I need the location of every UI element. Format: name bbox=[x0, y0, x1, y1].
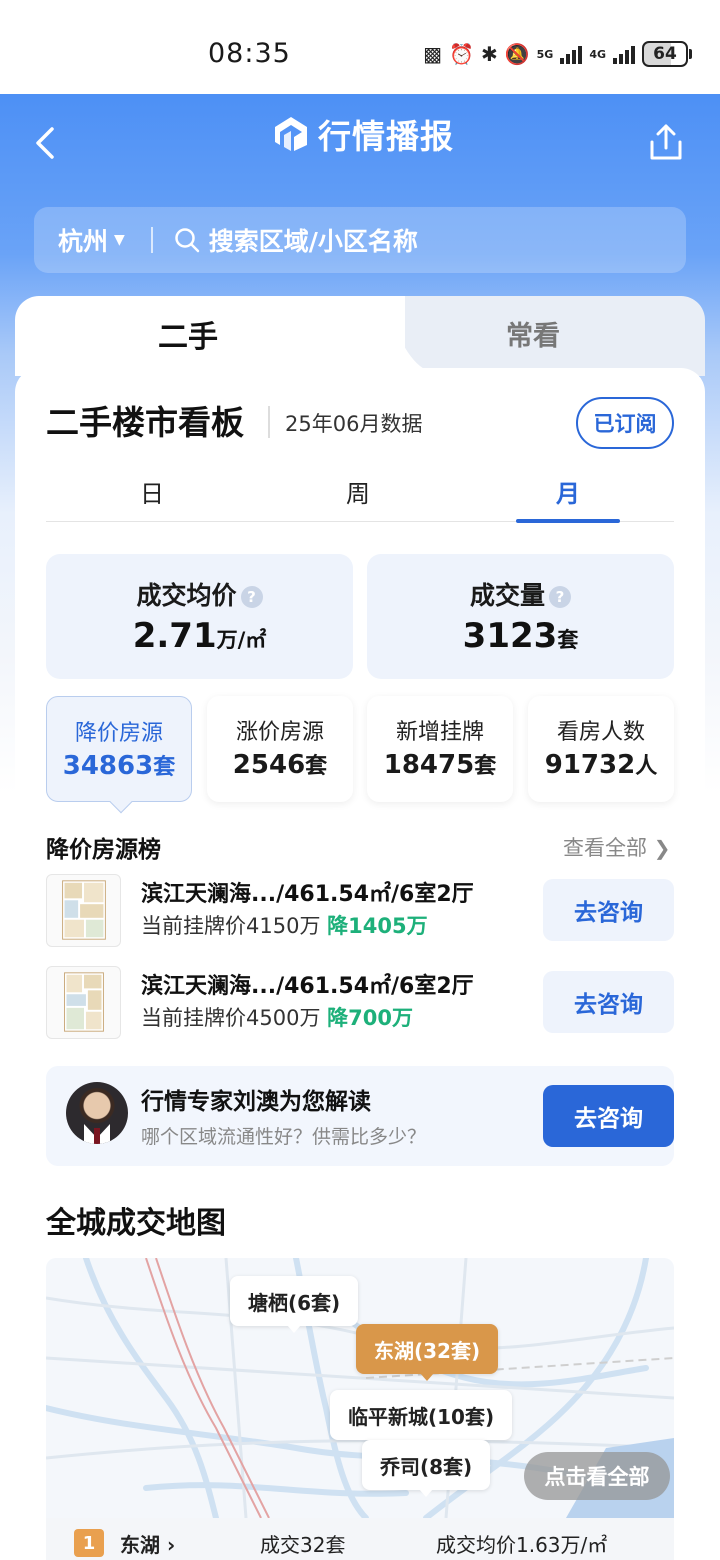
stat-label: 成交量? bbox=[367, 576, 674, 612]
market-card: 二手 常看 二手楼市看板 25年06月数据 已订阅 日 周 月 成交均价? 2.… bbox=[15, 296, 705, 1560]
caret-down-icon: ▼ bbox=[114, 232, 125, 248]
nfc-icon: ▩ bbox=[423, 42, 443, 66]
page-title: 行情播报 bbox=[272, 112, 454, 156]
period-tab-month[interactable]: 月 bbox=[556, 474, 580, 509]
stat-label: 看房人数 bbox=[556, 720, 645, 745]
map-pin[interactable]: 临平新城(10套) bbox=[330, 1390, 513, 1447]
stat-value: 91732人 bbox=[544, 750, 658, 780]
5g-label: 5G bbox=[536, 47, 554, 61]
floorplan-thumbnail bbox=[46, 874, 121, 947]
stat-label: 涨价房源 bbox=[235, 720, 324, 745]
city-name: 杭州 bbox=[58, 227, 109, 256]
tab-frequent[interactable]: 常看 bbox=[506, 314, 560, 353]
alarm-icon: ⏰ bbox=[449, 42, 474, 66]
help-icon[interactable]: ? bbox=[549, 586, 571, 608]
section-title: 全城成交地图 bbox=[46, 1206, 226, 1241]
period-tab-indicator bbox=[516, 519, 620, 523]
stat-label: 成交均价? bbox=[46, 576, 353, 612]
stat-label: 降价房源 bbox=[74, 721, 163, 746]
listing-price: 当前挂牌价4500万 降700万 bbox=[141, 1006, 413, 1030]
avatar bbox=[66, 1082, 128, 1144]
search-icon bbox=[175, 228, 200, 253]
rank-deals: 成交32套 bbox=[260, 1532, 346, 1557]
period-tab-day[interactable]: 日 bbox=[140, 474, 164, 509]
period-tab-week[interactable]: 周 bbox=[346, 474, 370, 509]
chevron-right-icon: ❯ bbox=[653, 836, 671, 860]
search-bar[interactable]: 杭州 ▼ 搜索区域/小区名称 bbox=[34, 207, 686, 273]
avatar-tie bbox=[94, 1128, 100, 1144]
board-title: 二手楼市看板 bbox=[46, 403, 244, 442]
chevron-left-icon bbox=[36, 127, 54, 159]
floorplan-thumbnail bbox=[46, 966, 121, 1039]
deal-map[interactable]: 塘栖(6套) 东湖(32套) 临平新城(10套) 乔司(8套) 点击看全部 bbox=[46, 1258, 674, 1518]
listing-price: 当前挂牌价4150万 降1405万 bbox=[141, 914, 428, 938]
city-selector[interactable]: 杭州 ▼ bbox=[58, 222, 125, 258]
consult-button[interactable]: 去咨询 bbox=[543, 879, 674, 941]
expert-subtitle: 哪个区域流通性好？供需比多少？ bbox=[141, 1126, 427, 1148]
4g-signal-icon bbox=[613, 44, 635, 64]
stat-price-drop[interactable]: 降价房源 34863套 bbox=[46, 696, 192, 814]
expert-card[interactable]: 行情专家刘澳为您解读 哪个区域流通性好？供需比多少？ 去咨询 bbox=[46, 1066, 674, 1166]
list-item[interactable]: 滨江天澜海.../461.54㎡/6室2厅 当前挂牌价4150万 降1405万 … bbox=[46, 874, 674, 948]
mute-icon: 🔕 bbox=[504, 42, 530, 66]
battery-cap bbox=[689, 49, 692, 59]
stat-value: 2.71万/㎡ bbox=[132, 616, 267, 656]
divider bbox=[150, 227, 153, 253]
rank-badge: 1 bbox=[74, 1529, 104, 1557]
map-pin-hot[interactable]: 东湖(32套) bbox=[356, 1324, 499, 1381]
see-all-link[interactable]: 查看全部 ❯ bbox=[563, 832, 670, 862]
stat-value: 2546套 bbox=[232, 750, 328, 780]
board-date: 25年06月数据 bbox=[285, 412, 423, 436]
period-tabs: 日 周 月 bbox=[46, 466, 674, 523]
list-item[interactable]: 滨江天澜海.../461.54㎡/6室2厅 当前挂牌价4500万 降700万 去… bbox=[46, 966, 674, 1040]
stat-volume[interactable]: 成交量? 3123套 bbox=[367, 554, 674, 679]
page-title-text: 行情播报 bbox=[318, 117, 454, 156]
battery-icon: 64 bbox=[642, 41, 688, 67]
status-bar: 08:35 ▩ ⏰ ✱ 🔕 5G 4G 64 bbox=[0, 0, 720, 94]
consult-button[interactable]: 去咨询 bbox=[543, 971, 674, 1033]
tab-curve bbox=[345, 296, 455, 376]
back-button[interactable] bbox=[32, 126, 60, 160]
expert-title: 行情专家刘澳为您解读 bbox=[141, 1089, 371, 1115]
help-icon[interactable]: ? bbox=[240, 586, 263, 608]
stat-viewers[interactable]: 看房人数 91732人 bbox=[528, 696, 674, 802]
tab-secondhand[interactable]: 二手 bbox=[158, 312, 218, 356]
subscribed-button[interactable]: 已订阅 bbox=[576, 397, 674, 449]
map-pin[interactable]: 乔司(8套) bbox=[362, 1440, 491, 1497]
5g-signal-icon bbox=[560, 44, 583, 64]
status-time: 08:35 bbox=[208, 38, 291, 69]
stat-price-rise[interactable]: 涨价房源 2546套 bbox=[207, 696, 353, 802]
status-icons: ▩ ⏰ ✱ 🔕 5G 4G 64 bbox=[423, 38, 692, 70]
stat-avg-price[interactable]: 成交均价? 2.71万/㎡ bbox=[46, 554, 353, 679]
rank-area: 东湖 › bbox=[120, 1532, 176, 1557]
section-title: 降价房源榜 bbox=[46, 837, 161, 863]
stat-value: 3123套 bbox=[462, 616, 579, 656]
table-row[interactable]: 1 东湖 › 成交32套 成交均价1.63万/㎡ bbox=[46, 1518, 674, 1560]
consult-expert-button[interactable]: 去咨询 bbox=[543, 1085, 674, 1147]
listing-title: 滨江天澜海.../461.54㎡/6室2厅 bbox=[141, 882, 474, 907]
bluetooth-icon: ✱ bbox=[480, 42, 498, 66]
listing-title: 滨江天澜海.../461.54㎡/6室2厅 bbox=[141, 974, 474, 999]
share-button[interactable] bbox=[646, 122, 686, 162]
stat-label: 新增挂牌 bbox=[395, 720, 484, 745]
stat-value: 18475套 bbox=[383, 750, 497, 780]
view-all-button[interactable]: 点击看全部 bbox=[524, 1452, 670, 1500]
map-pin[interactable]: 塘栖(6套) bbox=[230, 1276, 359, 1333]
rank-avg-price: 成交均价1.63万/㎡ bbox=[436, 1532, 608, 1557]
divider bbox=[268, 406, 270, 438]
stat-new-listings[interactable]: 新增挂牌 18475套 bbox=[367, 696, 513, 802]
logo-icon bbox=[275, 117, 307, 151]
share-icon bbox=[650, 124, 682, 160]
search-input[interactable]: 搜索区域/小区名称 bbox=[209, 222, 418, 258]
4g-label: 4G bbox=[589, 47, 606, 61]
stat-value: 34863套 bbox=[62, 751, 176, 781]
chevron-right-icon: › bbox=[166, 1532, 176, 1557]
